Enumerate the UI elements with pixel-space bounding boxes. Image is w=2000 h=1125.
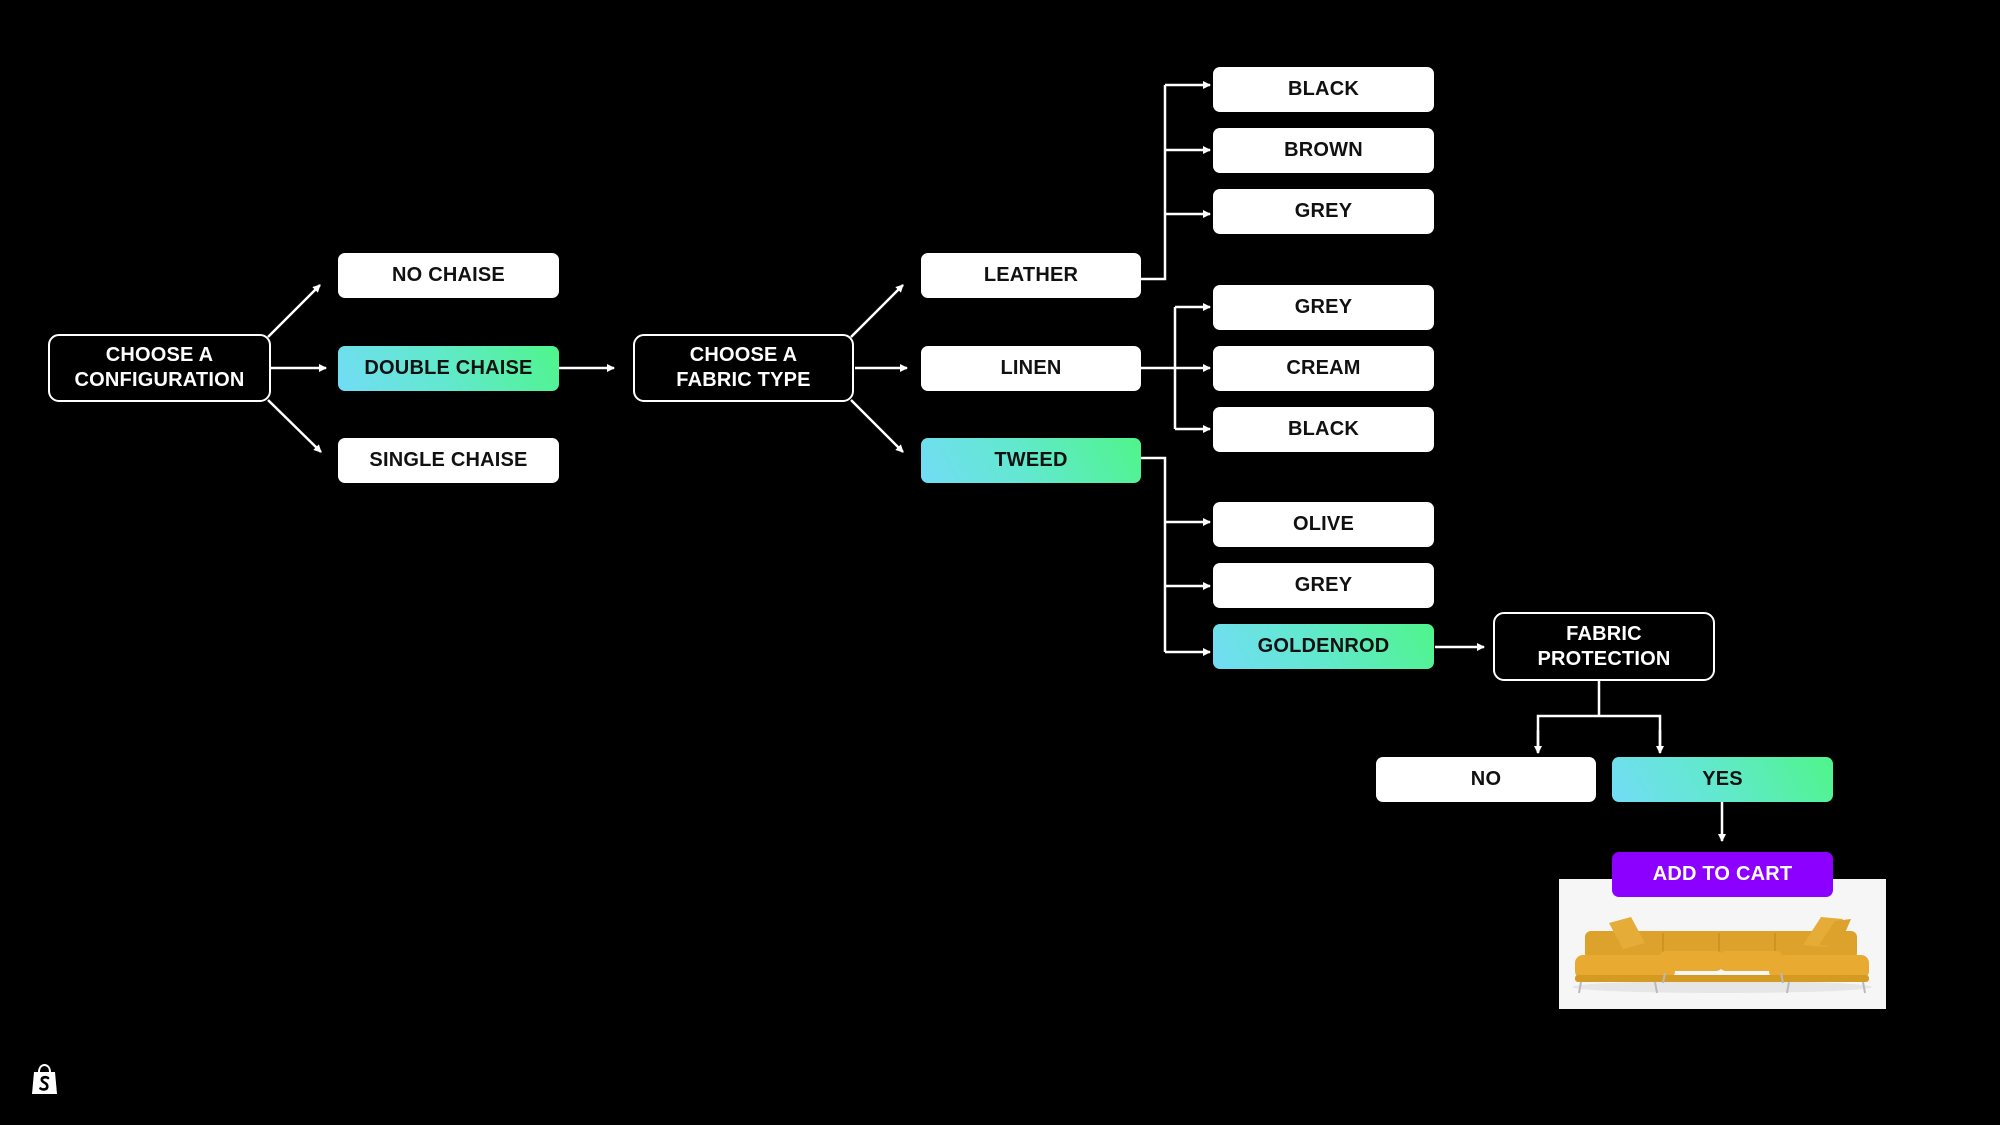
color-tweed-grey[interactable]: GREY xyxy=(1213,563,1434,608)
sofa-image xyxy=(1572,917,1872,994)
connector-leather xyxy=(1141,85,1167,281)
sofa-product-image xyxy=(1559,879,1886,1009)
color-linen-cream[interactable]: CREAM xyxy=(1213,346,1434,391)
arrow-fabric-tweed xyxy=(850,399,904,453)
option-tweed[interactable]: TWEED xyxy=(921,438,1141,483)
arrow-fabric-leather xyxy=(850,284,904,338)
add-to-cart-button[interactable]: ADD TO CART xyxy=(1612,852,1833,897)
color-tweed-goldenrod[interactable]: GOLDENROD xyxy=(1213,624,1434,669)
color-leather-grey[interactable]: GREY xyxy=(1213,189,1434,234)
color-linen-black[interactable]: BLACK xyxy=(1213,407,1434,452)
choose-configuration-node: CHOOSE A CONFIGURATION xyxy=(48,334,271,402)
choose-fabric-type-node: CHOOSE A FABRIC TYPE xyxy=(633,334,854,402)
protection-yes[interactable]: YES xyxy=(1612,757,1833,802)
protection-no[interactable]: NO xyxy=(1376,757,1596,802)
color-tweed-olive[interactable]: OLIVE xyxy=(1213,502,1434,547)
option-leather[interactable]: LEATHER xyxy=(921,253,1141,298)
option-no-chaise[interactable]: NO CHAISE xyxy=(338,253,559,298)
color-leather-brown[interactable]: BROWN xyxy=(1213,128,1434,173)
arrow-config-no-chaise xyxy=(267,284,321,338)
option-linen[interactable]: LINEN xyxy=(921,346,1141,391)
connector-tweed xyxy=(1141,456,1167,652)
arrow-config-single-chaise xyxy=(267,399,322,453)
option-single-chaise[interactable]: SINGLE CHAISE xyxy=(338,438,559,483)
fabric-protection-node: FABRIC PROTECTION xyxy=(1493,612,1715,681)
color-linen-grey[interactable]: GREY xyxy=(1213,285,1434,330)
option-double-chaise[interactable]: DOUBLE CHAISE xyxy=(338,346,559,391)
color-leather-black[interactable]: BLACK xyxy=(1213,67,1434,112)
shopify-bag-icon xyxy=(31,1063,58,1095)
